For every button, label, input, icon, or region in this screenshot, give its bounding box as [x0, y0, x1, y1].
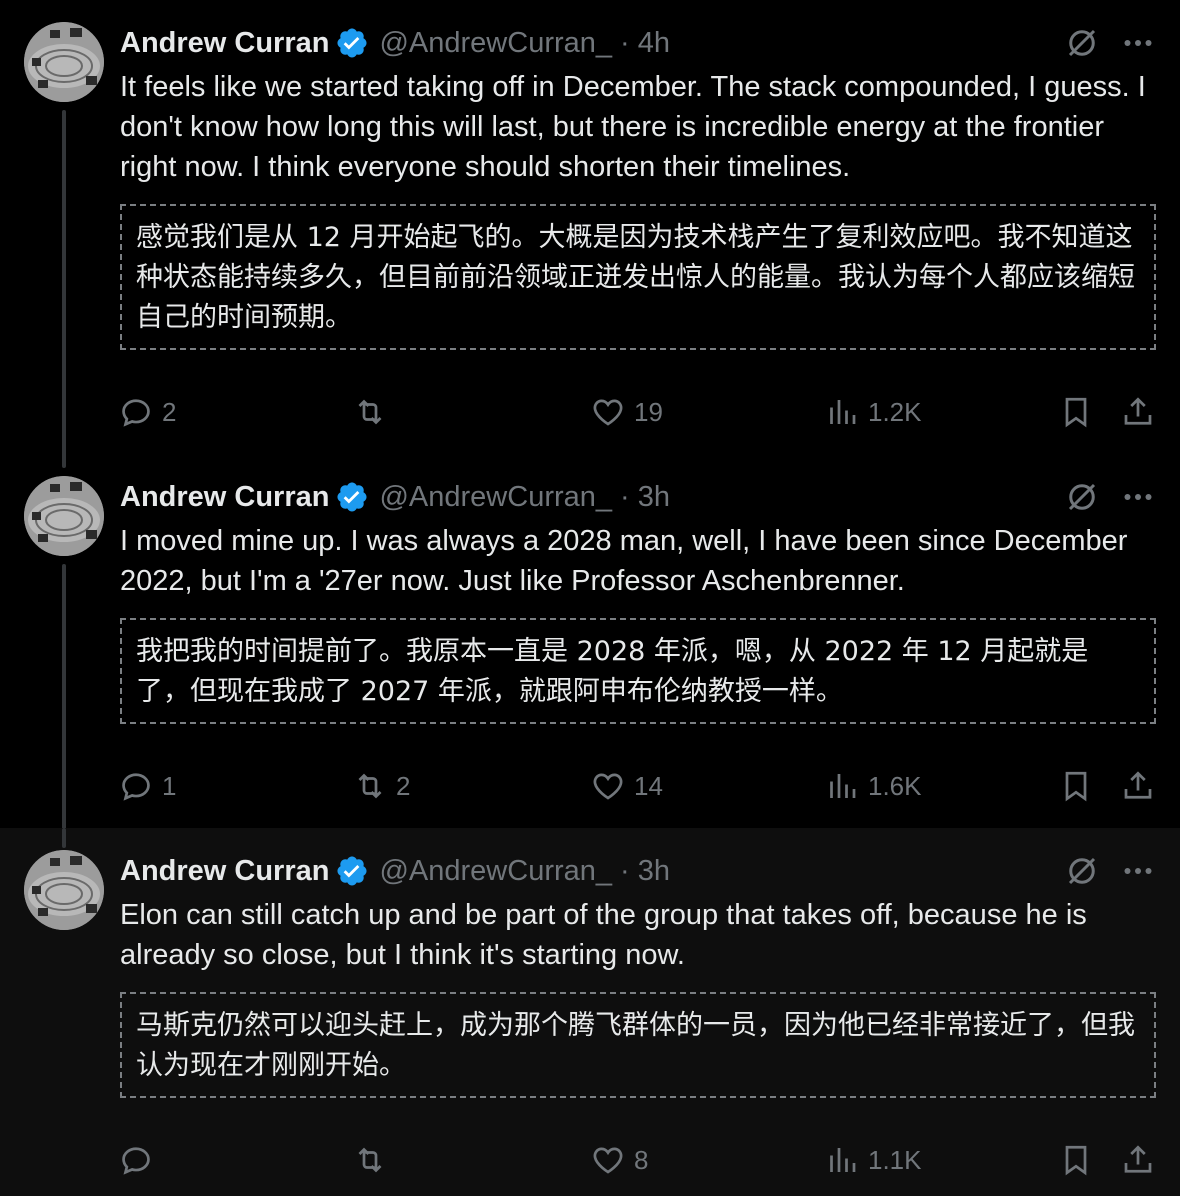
author-handle[interactable]: @AndrewCurran_	[379, 27, 612, 60]
views-count: 1.2K	[868, 396, 922, 427]
tweet-text: I moved mine up. I was always a 2028 man…	[120, 525, 1128, 597]
bookmark-button[interactable]	[1058, 392, 1094, 432]
separator: ·	[620, 480, 630, 513]
repost-icon	[358, 773, 382, 799]
tweet-2[interactable]: Andrew Curran @AndrewCurran_ · 3h I move…	[0, 454, 1180, 854]
translation-box: 我把我的时间提前了。我原本一直是 2028 年派，嗯，从 2022 年 12 月…	[120, 618, 1156, 724]
author-handle[interactable]: @AndrewCurran_	[379, 481, 612, 514]
author-name[interactable]: Andrew Curran	[120, 27, 329, 60]
share-button[interactable]	[1120, 766, 1156, 806]
author-handle[interactable]: @AndrewCurran_	[379, 855, 612, 888]
repost-icon	[358, 399, 382, 425]
thread-line	[62, 110, 66, 468]
more-icon[interactable]	[1120, 25, 1156, 61]
tweet-text: Elon can still catch up and be part of t…	[120, 899, 1087, 971]
more-icon[interactable]	[1120, 853, 1156, 889]
action-bar: 2 19 1.2K	[118, 392, 1162, 432]
tweet-text: It feels like we started taking off in D…	[120, 71, 1146, 183]
repost-count: 2	[396, 770, 411, 801]
tweet-header: Andrew Curran @AndrewCurran_ · 4h	[120, 23, 670, 63]
like-icon	[593, 399, 623, 426]
action-bar: 1 2 14 1.6K	[118, 766, 1162, 806]
bookmark-button[interactable]	[1058, 1140, 1094, 1180]
reply-button[interactable]: 1	[118, 766, 176, 806]
views-icon	[830, 1148, 856, 1172]
author-name[interactable]: Andrew Curran	[120, 855, 329, 888]
thread-line	[62, 564, 66, 854]
grok-icon[interactable]	[1064, 25, 1100, 61]
avatar[interactable]	[24, 476, 104, 556]
grok-icon[interactable]	[1064, 479, 1100, 515]
tweet-header: Andrew Curran @AndrewCurran_ · 3h	[120, 477, 670, 517]
translation-box: 感觉我们是从 12 月开始起飞的。大概是因为技术栈产生了复利效应吧。我不知道这种…	[120, 204, 1156, 350]
share-icon	[1124, 1145, 1152, 1173]
verified-badge-icon	[335, 26, 369, 60]
author-name[interactable]: Andrew Curran	[120, 481, 329, 514]
reply-icon	[122, 1147, 150, 1175]
repost-button[interactable]	[352, 1140, 396, 1180]
timestamp[interactable]: 4h	[638, 27, 670, 60]
verified-badge-icon	[335, 480, 369, 514]
reply-button[interactable]	[118, 1140, 162, 1180]
translation-box: 马斯克仍然可以迎头赶上，成为那个腾飞群体的一员，因为他已经非常接近了，但我认为现…	[120, 992, 1156, 1098]
views-icon	[830, 400, 856, 424]
like-icon	[593, 1147, 623, 1174]
tweet-1[interactable]: Andrew Curran @AndrewCurran_ · 4h It fee…	[0, 0, 1180, 468]
share-icon	[1124, 397, 1152, 425]
like-button[interactable]: 14	[590, 766, 663, 806]
bookmark-button[interactable]	[1058, 766, 1094, 806]
repost-button[interactable]: 2	[352, 766, 410, 806]
tweet-header: Andrew Curran @AndrewCurran_ · 3h	[120, 851, 670, 891]
reply-icon	[122, 773, 150, 801]
views-icon	[830, 774, 856, 798]
views-button[interactable]: 1.6K	[824, 766, 922, 806]
tweet-3[interactable]: Andrew Curran @AndrewCurran_ · 3h Elon c…	[0, 828, 1180, 1196]
bookmark-icon	[1065, 771, 1087, 802]
bookmark-icon	[1065, 1145, 1087, 1176]
grok-icon[interactable]	[1064, 853, 1100, 889]
reply-button[interactable]: 2	[118, 392, 176, 432]
action-bar: 8 1.1K	[118, 1140, 1162, 1180]
timestamp[interactable]: 3h	[638, 481, 670, 514]
avatar[interactable]	[24, 850, 104, 930]
views-count: 1.1K	[868, 1144, 922, 1175]
views-count: 1.6K	[868, 770, 922, 801]
views-button[interactable]: 1.1K	[824, 1140, 922, 1180]
reply-count: 1	[162, 770, 177, 801]
avatar[interactable]	[24, 22, 104, 102]
separator: ·	[620, 854, 630, 887]
more-icon[interactable]	[1120, 479, 1156, 515]
share-icon	[1124, 771, 1152, 799]
reply-icon	[122, 399, 150, 427]
like-count: 19	[634, 396, 663, 427]
reply-count: 2	[162, 396, 177, 427]
bookmark-icon	[1065, 397, 1087, 428]
repost-button[interactable]	[352, 392, 396, 432]
verified-badge-icon	[335, 854, 369, 888]
repost-icon	[358, 1147, 382, 1173]
like-count: 8	[634, 1144, 649, 1175]
share-button[interactable]	[1120, 392, 1156, 432]
share-button[interactable]	[1120, 1140, 1156, 1180]
like-icon	[593, 773, 623, 800]
thread-line	[62, 828, 66, 848]
like-count: 14	[634, 770, 663, 801]
views-button[interactable]: 1.2K	[824, 392, 922, 432]
separator: ·	[620, 26, 630, 59]
like-button[interactable]: 19	[590, 392, 663, 432]
like-button[interactable]: 8	[590, 1140, 648, 1180]
timestamp[interactable]: 3h	[638, 855, 670, 888]
